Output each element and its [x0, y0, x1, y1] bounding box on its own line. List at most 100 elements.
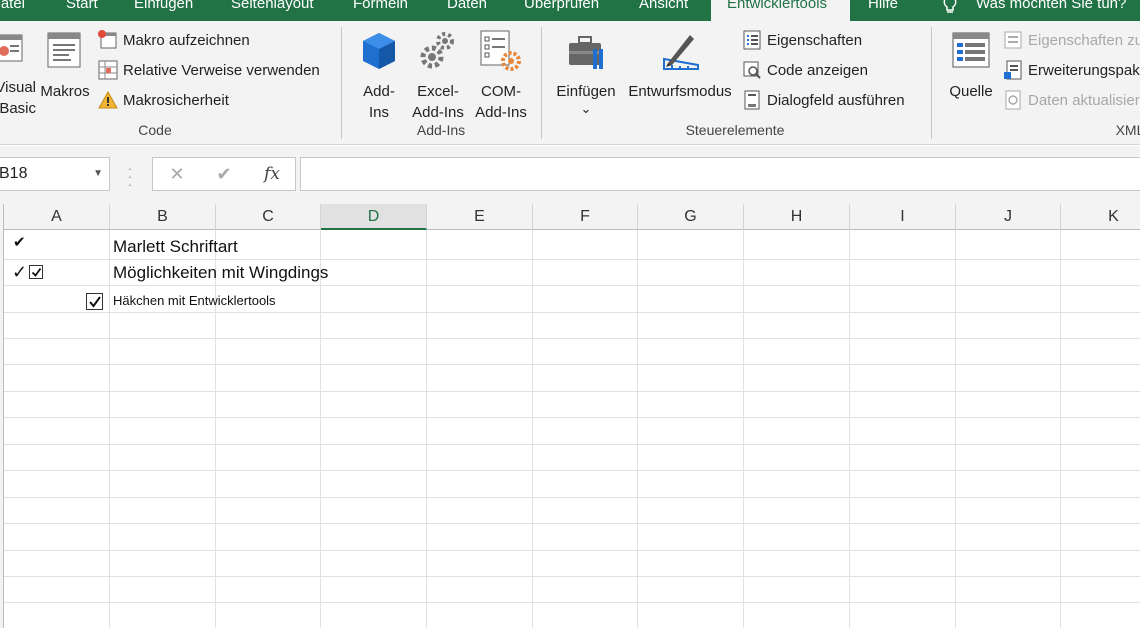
add-ins-icon [363, 33, 395, 69]
column-header-a[interactable]: A [4, 204, 110, 230]
add-ins-button[interactable]: Add- Ins [357, 27, 401, 121]
warning-icon [98, 91, 118, 109]
gridline [4, 497, 1140, 498]
gridline [4, 338, 1140, 339]
entwurfsmodus-button[interactable]: Entwurfsmodus [624, 27, 736, 117]
gridline [4, 602, 1140, 603]
tab-start[interactable]: Start [66, 0, 98, 21]
group-label-add-ins: Add-Ins [416, 122, 466, 138]
name-box[interactable]: B18 ▼ [0, 157, 110, 191]
checked-box-icon [29, 265, 43, 279]
tab-daten[interactable]: Daten [447, 0, 487, 21]
column-header-k[interactable]: K [1061, 204, 1140, 230]
cell-b1[interactable]: Marlett Schriftart [113, 234, 238, 260]
cell-b2[interactable]: Möglichkeiten mit Wingdings [113, 260, 328, 286]
toolbox-icon [569, 36, 603, 69]
column-header-g[interactable]: G [638, 204, 744, 230]
gridline [532, 230, 533, 628]
formula-buttons: ✕ ✔ fx [152, 157, 296, 191]
eigenschaften-zuordnen-label: Eigenschaften zuordnen [1028, 32, 1140, 49]
column-header-j[interactable]: J [956, 204, 1061, 230]
chevron-down-icon: ⌄ [580, 101, 592, 116]
daten-aktualisieren-label: Daten aktualisieren [1028, 92, 1140, 109]
gridline [4, 444, 1140, 445]
tab-ansicht[interactable]: Ansicht [639, 0, 688, 21]
erweiterungspakete-button[interactable]: Erweiterungspakete [1003, 60, 1140, 81]
makros-button[interactable]: Makros [38, 27, 92, 117]
tab-entwicklertools[interactable]: Entwicklertools [711, 0, 850, 21]
eigenschaften-label: Eigenschaften [767, 32, 863, 49]
erweiterungspakete-label: Erweiterungspakete [1028, 62, 1140, 79]
refresh-data-icon [1005, 90, 1021, 110]
makrosicherheit-label: Makrosicherheit [123, 92, 229, 109]
insert-function-icon[interactable]: fx [257, 158, 287, 190]
excel-add-ins-label: Excel- Add-Ins [412, 83, 464, 121]
ribbon-separator [541, 27, 542, 139]
ribbon: Visual Basic Makros Makro aufzeichnen Re… [0, 21, 1140, 145]
column-header-e[interactable]: E [427, 204, 533, 230]
ribbon-separator [341, 27, 342, 139]
macros-icon [47, 32, 81, 68]
cancel-icon[interactable]: ✕ [162, 158, 192, 190]
view-code-icon [743, 61, 761, 79]
design-mode-icon [663, 35, 699, 70]
quelle-label: Quelle [949, 83, 993, 100]
properties-icon [743, 30, 761, 50]
row-header-strip[interactable] [0, 204, 4, 628]
makro-aufzeichnen-button[interactable]: Makro aufzeichnen [98, 30, 328, 51]
makrosicherheit-button[interactable]: Makrosicherheit [98, 90, 328, 111]
developer-checkbox[interactable] [86, 293, 103, 310]
run-dialog-icon [744, 90, 760, 110]
quelle-button[interactable]: Quelle [944, 27, 998, 117]
formula-bar: B18 ▼ · · · ✕ ✔ fx [0, 146, 1140, 204]
column-header-h[interactable]: H [744, 204, 850, 230]
dialogfeld-button[interactable]: Dialogfeld ausführen [742, 90, 922, 111]
tab-seitenlayout[interactable]: Seitenlayout [231, 0, 314, 21]
column-header-i[interactable]: I [850, 204, 956, 230]
tab-ueberpruefen[interactable]: Überprüfen [524, 0, 599, 21]
tell-me-label: Was möchten Sie tun? [976, 0, 1127, 12]
code-anzeigen-label: Code anzeigen [767, 62, 868, 79]
map-properties-icon [1004, 31, 1022, 49]
relative-verweise-button[interactable]: Relative Verweise verwenden [98, 60, 328, 81]
daten-aktualisieren-button[interactable]: Daten aktualisieren [1003, 90, 1140, 111]
eigenschaften-zuordnen-button[interactable]: Eigenschaften zuordnen [1003, 30, 1140, 51]
column-header-b[interactable]: B [110, 204, 216, 230]
excel-add-ins-button[interactable]: Excel- Add-Ins [408, 27, 468, 121]
tab-einfuegen[interactable]: Einfügen [134, 0, 193, 21]
tab-formeln[interactable]: Formeln [353, 0, 408, 21]
column-header-f[interactable]: F [533, 204, 638, 230]
com-add-ins-icon [480, 30, 521, 71]
column-header-c[interactable]: C [216, 204, 321, 230]
tab-datei[interactable]: Datei [0, 0, 25, 21]
visual-basic-button[interactable]: Visual Basic [0, 27, 36, 117]
visual-basic-icon [0, 34, 23, 62]
entwurfsmodus-label: Entwurfsmodus [628, 83, 732, 100]
column-header-d[interactable]: D [321, 204, 427, 230]
worksheet-grid[interactable]: A B C D E F G H I J K ✔ Marlett Schrifta… [0, 204, 1140, 628]
formula-input[interactable] [300, 157, 1140, 191]
checkmark-icon: ✔ [13, 234, 26, 251]
visual-basic-label: Visual Basic [0, 79, 36, 117]
gridline [743, 230, 744, 628]
makro-aufzeichnen-label: Makro aufzeichnen [123, 32, 250, 49]
gridline [109, 230, 110, 628]
gridline [4, 417, 1140, 418]
steuerelemente-einfuegen-button[interactable]: Einfügen ⌄ [553, 27, 619, 119]
eigenschaften-button[interactable]: Eigenschaften [742, 30, 922, 51]
more-options-icon[interactable]: · · · [126, 161, 134, 191]
expansion-packs-icon [1004, 60, 1022, 80]
add-ins-label: Add- Ins [363, 83, 395, 121]
code-anzeigen-button[interactable]: Code anzeigen [742, 60, 922, 81]
tab-hilfe[interactable]: Hilfe [868, 0, 898, 21]
group-label-xml: XML [1115, 122, 1140, 138]
enter-icon[interactable]: ✔ [209, 158, 239, 190]
gridline [4, 470, 1140, 471]
com-add-ins-button[interactable]: COM- Add-Ins [471, 27, 531, 121]
gridline [849, 230, 850, 628]
gridline [955, 230, 956, 628]
gridline [4, 576, 1140, 577]
cell-b3[interactable]: Häkchen mit Entwicklertools [113, 288, 276, 314]
chevron-down-icon[interactable]: ▼ [93, 158, 103, 190]
gridline [320, 230, 321, 628]
